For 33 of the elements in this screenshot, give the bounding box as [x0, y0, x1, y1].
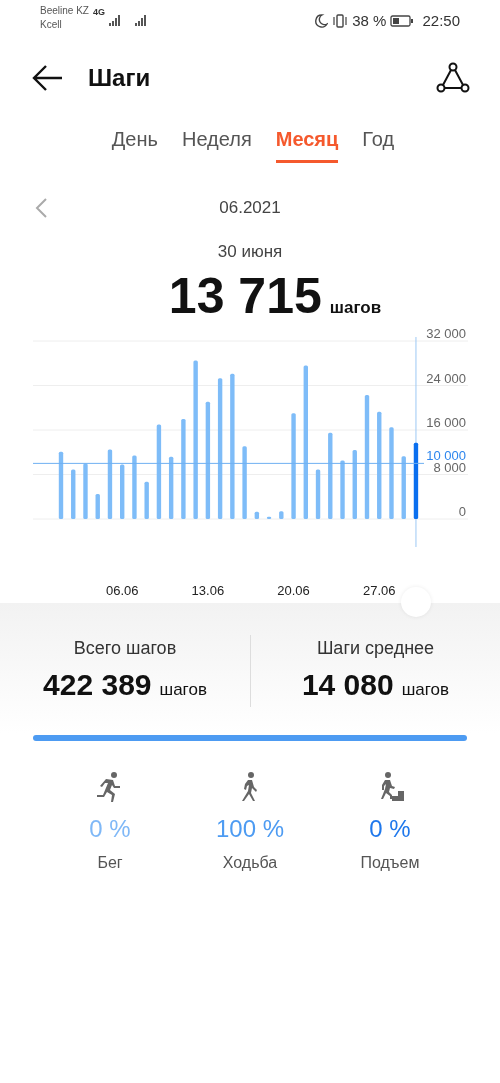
period-label: 06.2021	[219, 197, 281, 220]
carrier-name: Beeline KZ	[40, 4, 89, 18]
axis-label: 27.06	[362, 582, 396, 598]
carrier-name: Kcell	[40, 18, 63, 32]
axis-label: 16 000	[426, 414, 466, 430]
activity-label: Подъем	[360, 852, 420, 873]
axis-label: 24 000	[426, 370, 466, 385]
activity-label: Ходьба	[222, 852, 278, 873]
period-tab[interactable]: Неделя	[181, 124, 252, 163]
axis-label: 13.06	[191, 582, 225, 598]
axis-label: 32 000	[426, 328, 466, 341]
summary-label: Всего шагов	[72, 636, 178, 660]
activity-percent: 0 %	[89, 813, 131, 844]
step-count: 13 715	[168, 270, 322, 321]
period-tab[interactable]: День	[111, 124, 158, 163]
network-type: 4G	[92, 6, 105, 19]
period-tab[interactable]: Год	[362, 124, 395, 163]
summary-value: 14 080	[301, 666, 394, 703]
axis-label: 06.06	[105, 582, 139, 598]
axis-label: 0	[458, 503, 466, 519]
battery-percent: 38 %	[352, 11, 387, 31]
summary-label: Шаги среднее	[315, 636, 436, 660]
activity-percent: 0 %	[369, 813, 411, 844]
page-title: Шаги	[88, 63, 151, 93]
activity-label: Бег	[97, 852, 123, 873]
selected-date: 30 июня	[216, 241, 284, 263]
clock: 22:50	[422, 11, 460, 31]
summary-unit: шагов	[159, 678, 207, 701]
summary-value: 422 389	[43, 666, 152, 703]
summary-unit: шагов	[401, 678, 450, 701]
step-unit: шагов	[329, 296, 382, 319]
activity-percent: 100 %	[215, 813, 285, 844]
axis-label: 20.06	[277, 582, 310, 598]
